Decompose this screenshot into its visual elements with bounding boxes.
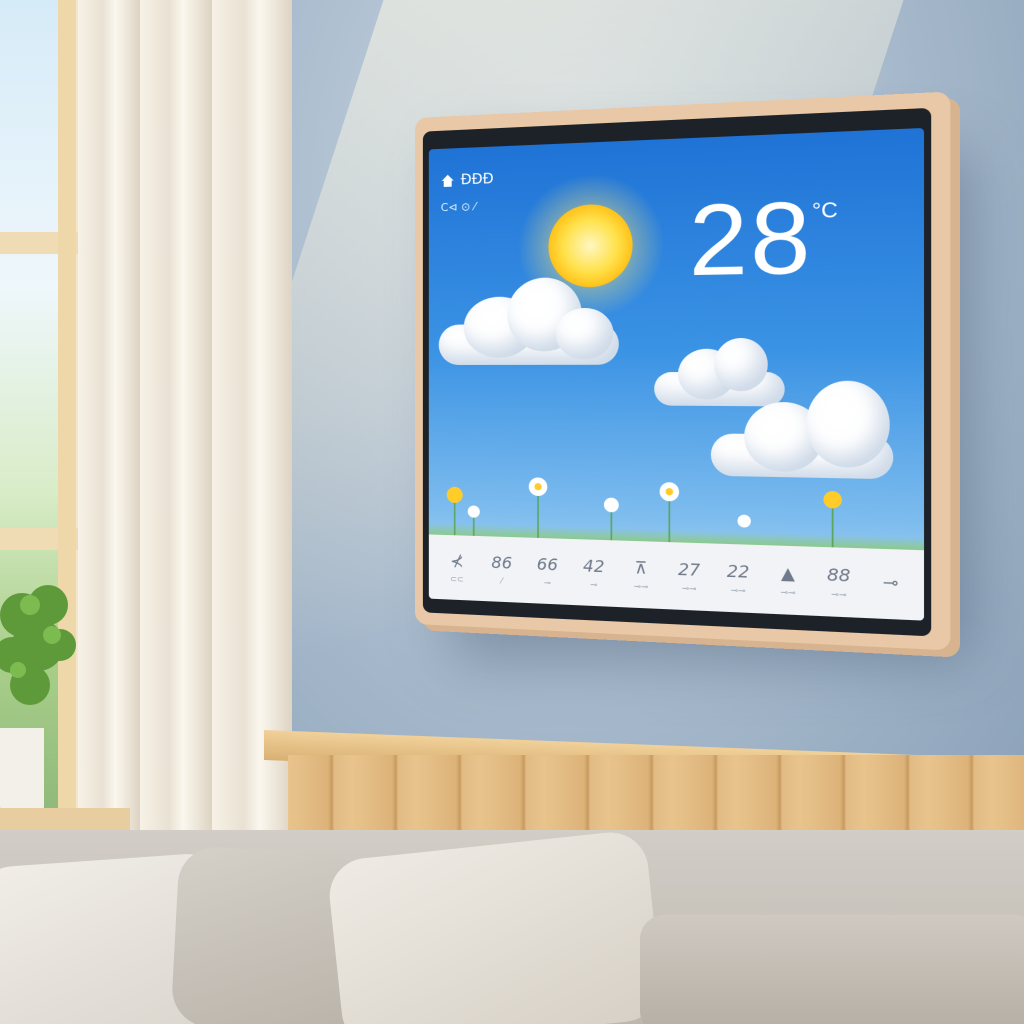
forecast-item[interactable]: 42 ⊸ bbox=[576, 556, 612, 590]
status-subtext: C⊲ ⊙ ⁄ bbox=[440, 199, 476, 215]
forecast-item[interactable]: ⊼ ⊸⊸ bbox=[623, 557, 660, 592]
plant-icon bbox=[0, 585, 76, 705]
forecast-item[interactable]: ▲ ⊸⊸ bbox=[769, 562, 808, 598]
forecast-item[interactable]: 86 ⁄ bbox=[484, 552, 519, 586]
status-row: ĐĐĐ bbox=[441, 171, 494, 189]
temperature-unit: °C bbox=[811, 198, 838, 224]
status-text: ĐĐĐ bbox=[460, 170, 494, 189]
forecast-item[interactable]: 27 ⊸⊸ bbox=[671, 559, 708, 594]
smart-display: ĐĐĐ C⊲ ⊙ ⁄ 28 °C ⊀ ⊂⊂ 86 ⁄ 66 ⊸ 42 ⊸ ⊼ ⊸… bbox=[415, 91, 951, 651]
cloud-icon bbox=[438, 276, 624, 370]
curtain-middle bbox=[140, 0, 212, 860]
forecast-item[interactable]: ⊀ ⊂⊂ bbox=[440, 551, 474, 585]
home-icon[interactable] bbox=[441, 173, 455, 188]
forecast-item[interactable]: 88 ⊸⊸ bbox=[819, 564, 858, 600]
pillow bbox=[325, 828, 665, 1024]
forecast-item[interactable]: ⊸ bbox=[871, 571, 911, 598]
flower-pot bbox=[0, 728, 44, 820]
weather-screen[interactable]: ĐĐĐ C⊲ ⊙ ⁄ 28 °C ⊀ ⊂⊂ 86 ⁄ 66 ⊸ 42 ⊸ ⊼ ⊸… bbox=[428, 127, 925, 621]
room-scene: ĐĐĐ C⊲ ⊙ ⁄ 28 °C ⊀ ⊂⊂ 86 ⁄ 66 ⊸ 42 ⊸ ⊼ ⊸… bbox=[0, 0, 1024, 1024]
forecast-item[interactable]: 22 ⊸⊸ bbox=[719, 561, 757, 596]
sofa-back bbox=[640, 915, 1024, 1024]
forecast-item[interactable]: 66 ⊸ bbox=[530, 554, 565, 588]
temperature-value: 28 bbox=[688, 180, 813, 298]
curtain-left bbox=[78, 0, 140, 860]
